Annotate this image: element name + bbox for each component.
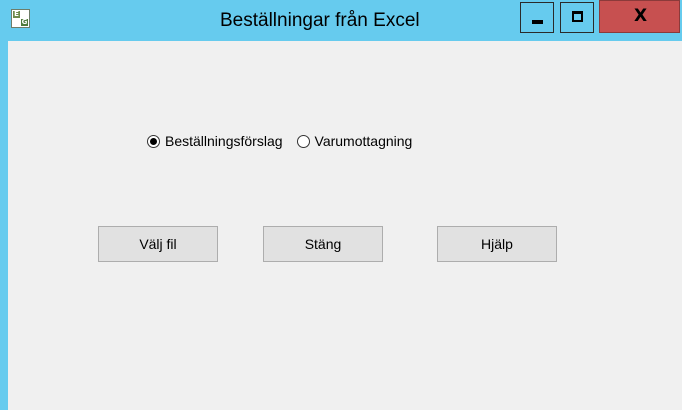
app-window: E G Beställningar från Excel X Beställni… (0, 0, 682, 410)
excel-icon-e: E (13, 10, 20, 18)
title-bar[interactable]: E G Beställningar från Excel X (0, 0, 682, 41)
excel-icon[interactable]: E G (11, 9, 30, 28)
excel-icon-g: G (21, 18, 28, 26)
radio-option-varumottagning[interactable]: Varumottagning (296, 133, 413, 149)
choose-file-button[interactable]: Välj fil (98, 226, 218, 262)
radio-option-bestallningsforslag[interactable]: Beställningsförslag (147, 133, 283, 149)
radio-unchecked-icon[interactable] (296, 134, 310, 148)
order-type-radio-group: Beställningsförslag Varumottagning (147, 130, 412, 152)
excel-icon-blank-top (21, 11, 28, 18)
radio-label: Beställningsförslag (165, 133, 283, 149)
close-icon: X (633, 6, 648, 26)
minimize-icon (532, 20, 543, 24)
window-title: Beställningar från Excel (220, 10, 420, 31)
maximize-icon (572, 11, 583, 22)
minimize-button[interactable] (520, 2, 554, 33)
close-button[interactable]: X (599, 0, 680, 33)
radio-label: Varumottagning (314, 133, 413, 149)
radio-checked-icon[interactable] (147, 134, 160, 148)
maximize-button[interactable] (560, 2, 594, 33)
close-dialog-button[interactable]: Stäng (263, 226, 383, 262)
help-button[interactable]: Hjälp (437, 226, 557, 262)
excel-icon-blank-bottom (13, 19, 20, 26)
